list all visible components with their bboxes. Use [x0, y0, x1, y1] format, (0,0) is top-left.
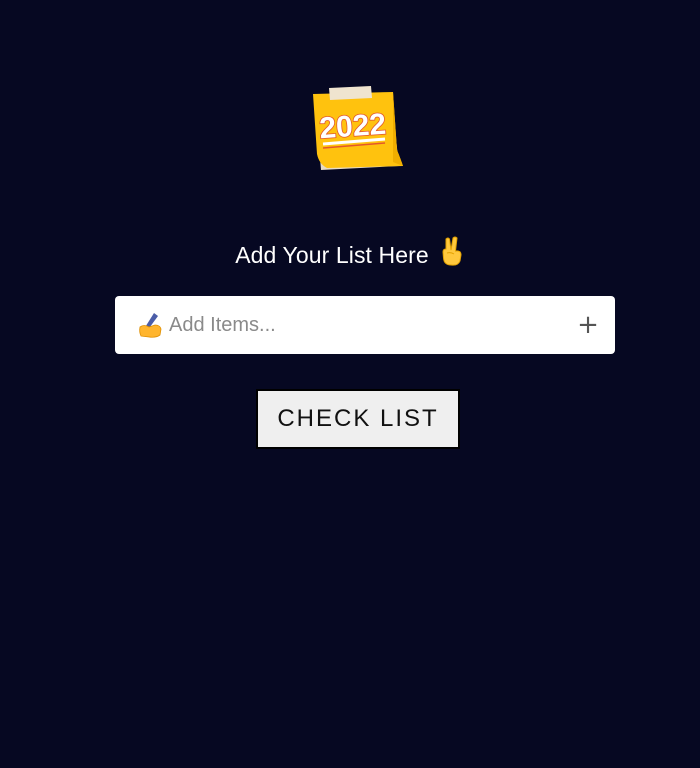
check-list-button[interactable]: CHECK LIST — [256, 389, 460, 449]
page-heading: Add Your List Here — [0, 236, 700, 275]
victory-hand-icon — [439, 236, 465, 275]
sticky-note-icon: 2022 — [313, 86, 403, 170]
heading-text: Add Your List Here — [235, 242, 429, 268]
add-item-button[interactable]: + — [573, 310, 603, 340]
sticky-note-logo: 2022 — [305, 84, 409, 176]
add-item-input[interactable] — [169, 308, 559, 342]
add-item-box: + — [115, 296, 615, 354]
writing-hand-icon — [138, 311, 164, 339]
app-page: 2022 Add Your List Here + CHECK LIST — [0, 0, 700, 768]
